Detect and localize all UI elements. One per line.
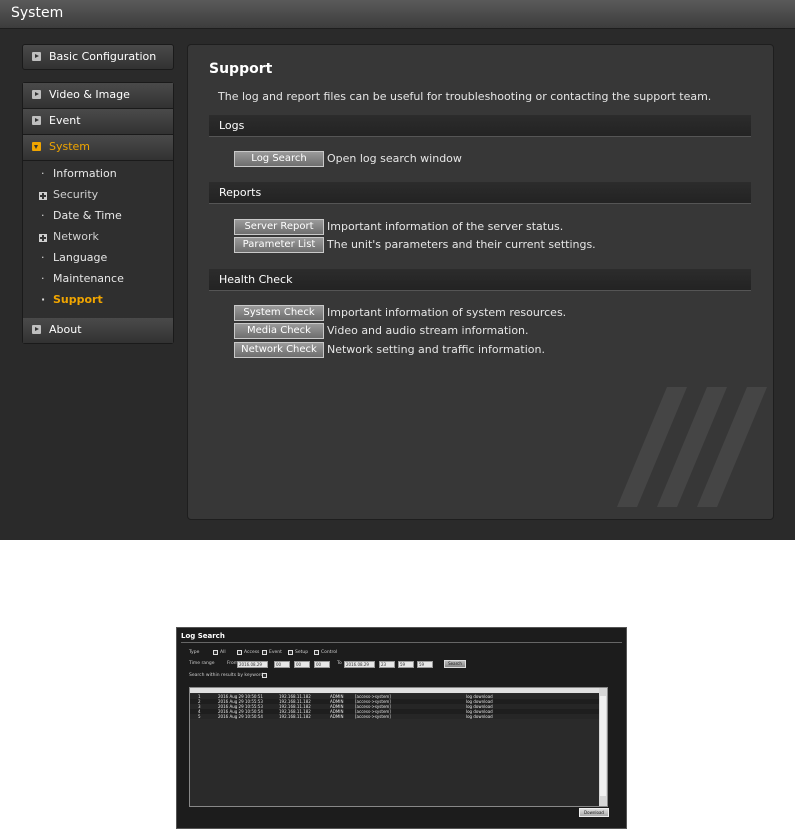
keyword-search-label: Search within results by keyword — [189, 673, 264, 678]
to-label: To — [337, 661, 342, 666]
subnav-network[interactable]: Network — [23, 228, 173, 249]
bullet-icon: · — [41, 272, 45, 285]
from-second-select[interactable]: 00 — [314, 661, 330, 668]
bullet-icon: · — [41, 167, 45, 180]
network-check-button[interactable]: Network Check — [234, 342, 324, 358]
type-access-checkbox[interactable] — [237, 650, 242, 655]
type-option-label: Event — [269, 650, 282, 655]
server-report-desc: Important information of the server stat… — [327, 220, 564, 233]
keyword-search-checkbox[interactable] — [262, 673, 267, 678]
subnav-support[interactable]: · Support — [23, 291, 173, 312]
log-search-button[interactable]: Log Search — [234, 151, 324, 167]
subnav-information[interactable]: · Information — [23, 165, 173, 186]
section-health-check: Health Check — [209, 269, 751, 291]
subnav-label: Maintenance — [53, 272, 124, 285]
type-option-label: Control — [321, 650, 338, 655]
page-title: Support — [209, 61, 273, 77]
chevron-down-icon — [32, 142, 41, 151]
bullet-icon: · — [41, 209, 45, 222]
subnav-label: Language — [53, 251, 108, 264]
bullet-icon: · — [41, 251, 45, 264]
nav-about[interactable]: About — [23, 318, 173, 343]
log-results-table: 1 2016 Aug 29 10:50:51 192.168.11.182 AD… — [189, 687, 608, 807]
from-date-field[interactable]: 2016.08.29 — [237, 661, 268, 668]
type-setup-checkbox[interactable] — [288, 650, 293, 655]
page-intro: The log and report files can be useful f… — [218, 90, 712, 103]
subnav-label: Information — [53, 167, 117, 180]
type-label: Type — [189, 650, 200, 655]
type-event-checkbox[interactable] — [262, 650, 267, 655]
section-label: Logs — [219, 119, 245, 132]
nav-label: Event — [49, 114, 81, 127]
table-header — [190, 688, 599, 693]
system-check-button[interactable]: System Check — [234, 305, 324, 321]
table-row[interactable]: 5 2016 Aug 29 10:50:54 192.168.11.182 AD… — [190, 714, 599, 719]
section-label: Health Check — [219, 273, 293, 286]
nav-label: About — [49, 323, 82, 336]
chevron-right-icon — [32, 52, 41, 61]
subnav-label: Security — [53, 188, 99, 201]
section-logs: Logs — [209, 115, 751, 137]
parameter-list-button[interactable]: Parameter List — [234, 237, 324, 253]
log-search-desc: Open log search window — [327, 152, 462, 165]
nav-event[interactable]: Event — [23, 109, 173, 135]
from-minute-select[interactable]: 00 — [294, 661, 310, 668]
divider — [181, 642, 622, 643]
brand-watermark-icon — [617, 387, 767, 507]
to-hour-select[interactable]: 23 — [379, 661, 395, 668]
nav-basic-configuration[interactable]: Basic Configuration — [22, 44, 174, 70]
nav-label: System — [49, 140, 91, 153]
subnav-date-time[interactable]: · Date & Time — [23, 207, 173, 228]
media-check-button[interactable]: Media Check — [234, 323, 324, 339]
search-button[interactable]: Search — [444, 660, 466, 668]
from-hour-select[interactable]: 00 — [274, 661, 290, 668]
network-check-desc: Network setting and traffic information. — [327, 343, 545, 356]
support-panel: Support The log and report files can be … — [187, 44, 774, 520]
sidebar: Basic Configuration Video & Image Event … — [22, 44, 174, 344]
time-range-label: Time range — [189, 661, 215, 666]
chevron-right-icon — [32, 325, 41, 334]
subnav-language[interactable]: · Language — [23, 249, 173, 270]
type-all-checkbox[interactable] — [213, 650, 218, 655]
expand-plus-icon — [39, 234, 47, 242]
system-check-desc: Important information of system resource… — [327, 306, 567, 319]
expand-plus-icon — [39, 192, 47, 200]
to-date-field[interactable]: 2016.08.29 — [344, 661, 375, 668]
log-search-window: Log Search Type All Access Event Setup C… — [176, 627, 627, 829]
app-title: System — [11, 5, 64, 21]
nav-group: Video & Image Event System · Information… — [22, 82, 174, 344]
camera-web-ui: System Basic Configuration Video & Image… — [0, 0, 795, 540]
subnav-label: Support — [53, 293, 103, 306]
nav-system[interactable]: System — [23, 135, 173, 161]
section-label: Reports — [219, 186, 262, 199]
parameter-list-desc: The unit's parameters and their current … — [327, 238, 596, 251]
nav-video-image[interactable]: Video & Image — [23, 83, 173, 109]
chevron-right-icon — [32, 90, 41, 99]
chevron-right-icon — [32, 116, 41, 125]
bullet-icon: · — [41, 293, 46, 306]
download-button[interactable]: Download — [579, 808, 609, 817]
scrollbar-thumb[interactable] — [600, 696, 606, 796]
table-scrollbar[interactable] — [599, 688, 607, 806]
subnav-label: Date & Time — [53, 209, 122, 222]
media-check-desc: Video and audio stream information. — [327, 324, 529, 337]
nav-label: Video & Image — [49, 88, 130, 101]
top-bar: System — [0, 0, 795, 29]
system-subnav: · Information Security · Date & Time Net… — [23, 161, 173, 318]
subnav-label: Network — [53, 230, 99, 243]
type-option-label: All — [220, 650, 226, 655]
to-minute-select[interactable]: 59 — [398, 661, 414, 668]
type-control-checkbox[interactable] — [314, 650, 319, 655]
to-second-select[interactable]: 59 — [417, 661, 433, 668]
type-option-label: Access — [244, 650, 260, 655]
log-search-title: Log Search — [181, 632, 225, 640]
subnav-security[interactable]: Security — [23, 186, 173, 207]
server-report-button[interactable]: Server Report — [234, 219, 324, 235]
subnav-maintenance[interactable]: · Maintenance — [23, 270, 173, 291]
nav-label: Basic Configuration — [49, 50, 157, 63]
section-reports: Reports — [209, 182, 751, 204]
type-option-label: Setup — [295, 650, 309, 655]
